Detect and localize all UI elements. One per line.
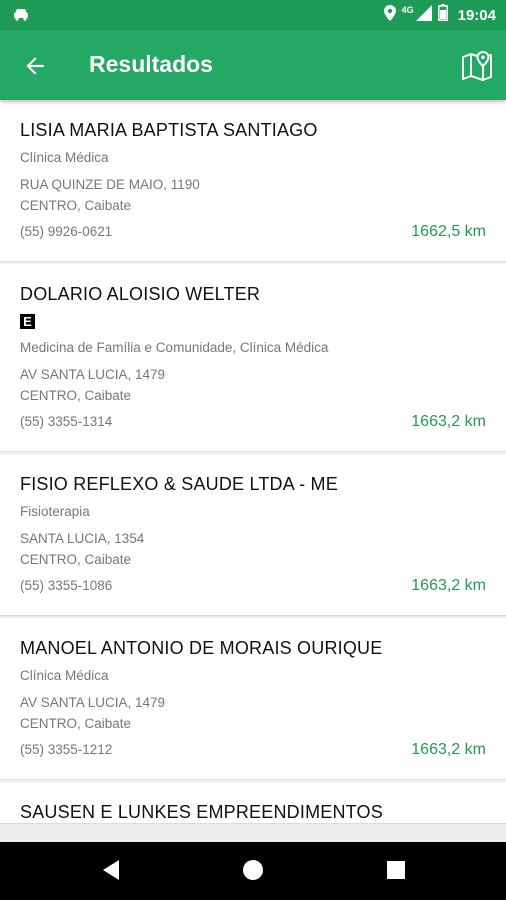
result-card[interactable]: MANOEL ANTONIO DE MORAIS OURIQUE Clínica… [0,618,506,780]
result-specialty: Fisioterapia [20,504,90,519]
result-phone[interactable]: (55) 3355-1314 [20,414,112,429]
back-arrow-icon[interactable] [22,53,48,79]
result-name: SAUSEN E LUNKES EMPREENDIMENTOS [20,802,383,822]
result-specialty: Clínica Médica [20,668,109,683]
result-name: MANOEL ANTONIO DE MORAIS OURIQUE [20,638,383,658]
result-phone[interactable]: (55) 3355-1212 [20,742,112,757]
address-line1: AV SANTA LUCIA, 1479 [20,695,166,710]
status-time: 19:04 [457,6,496,24]
page-title: Resultados [89,51,213,77]
address-line2: CENTRO, Caibate [20,198,132,213]
result-card[interactable]: FISIO REFLEXO & SAUDE LTDA - ME Fisioter… [0,454,506,616]
result-distance: 1663,2 km [411,741,486,758]
result-phone[interactable]: (55) 3355-1086 [20,578,112,593]
e-badge-icon: E [20,314,35,329]
result-specialty: Clínica Médica [20,150,109,165]
result-name: DOLARIO ALOISIO WELTER [20,284,261,304]
address-line1: AV SANTA LUCIA, 1479 [20,367,166,382]
nav-back-icon[interactable] [101,859,121,886]
system-nav-bar [0,842,506,900]
battery-icon [437,4,448,26]
address-line1: SANTA LUCIA, 1354 [20,531,145,546]
result-distance: 1662,5 km [411,223,486,240]
result-distance: 1663,2 km [411,577,486,594]
signal-icon [415,4,432,26]
address-line1: RUA QUINZE DE MAIO, 1190 [20,177,200,192]
map-icon[interactable] [460,49,494,83]
status-bar: 4G 19:04 [0,0,506,30]
result-specialty: Medicina de Família e Comunidade, Clínic… [20,340,329,355]
address-line2: CENTRO, Caibate [20,716,132,731]
result-address: SANTA LUCIA, 1354 CENTRO, Caibate [20,528,486,570]
result-card[interactable]: SAUSEN E LUNKES EMPREENDIMENTOS [0,782,506,824]
app-bar: Resultados [0,30,506,100]
result-card[interactable]: DOLARIO ALOISIO WELTER E Medicina de Fam… [0,264,506,452]
address-line2: CENTRO, Caibate [20,552,132,567]
car-icon [12,7,30,26]
results-list[interactable]: LISIA MARIA BAPTISTA SANTIAGO Clínica Mé… [0,100,506,842]
nav-recents-icon[interactable] [386,860,406,885]
result-address: AV SANTA LUCIA, 1479 CENTRO, Caibate [20,364,486,406]
result-distance: 1663,2 km [411,413,486,430]
result-address: RUA QUINZE DE MAIO, 1190 CENTRO, Caibate [20,174,486,216]
result-address: AV SANTA LUCIA, 1479 CENTRO, Caibate [20,692,486,734]
result-name: LISIA MARIA BAPTISTA SANTIAGO [20,120,318,140]
network-type: 4G [401,5,414,15]
location-icon [383,4,396,26]
result-phone[interactable]: (55) 9926-0621 [20,224,112,239]
nav-home-icon[interactable] [242,859,264,886]
result-name: FISIO REFLEXO & SAUDE LTDA - ME [20,474,338,494]
address-line2: CENTRO, Caibate [20,388,132,403]
result-card[interactable]: LISIA MARIA BAPTISTA SANTIAGO Clínica Mé… [0,100,506,262]
